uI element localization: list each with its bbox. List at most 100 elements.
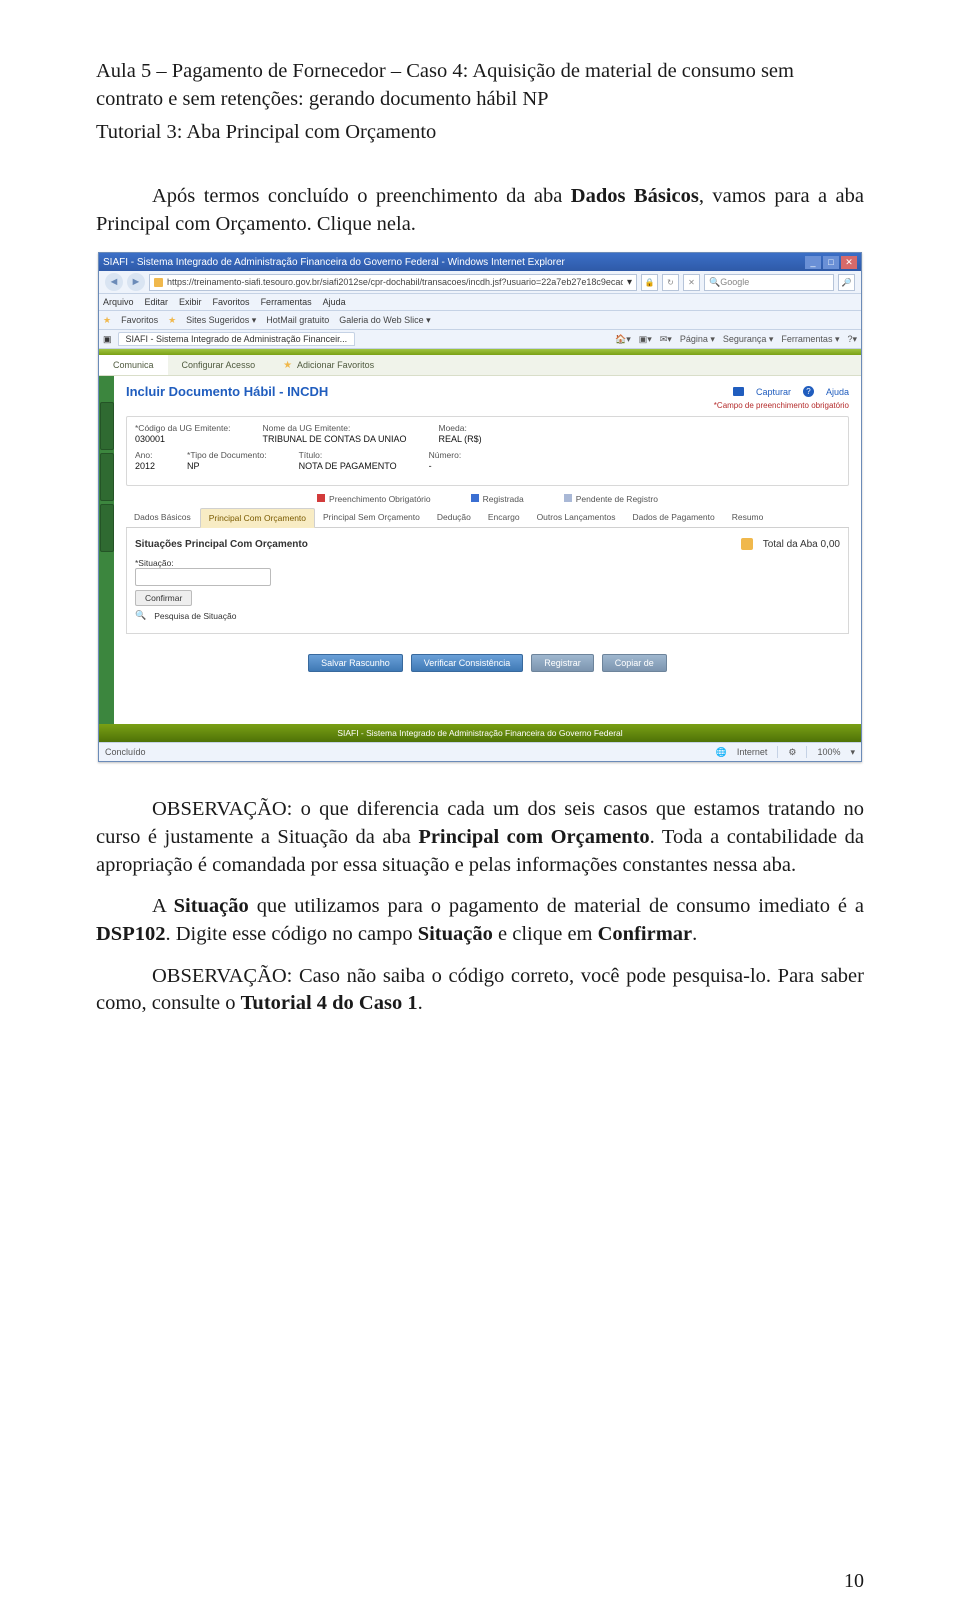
left-rail xyxy=(99,376,114,724)
stop-button[interactable]: ✕ xyxy=(683,274,700,291)
menu-editar[interactable]: Editar xyxy=(145,297,169,307)
tab-resumo[interactable]: Resumo xyxy=(724,508,773,527)
favorites-label[interactable]: Favoritos xyxy=(121,315,158,325)
ie-window: SIAFI - Sistema Integrado de Administraç… xyxy=(98,252,862,762)
titulo-label: Título: xyxy=(299,450,397,460)
required-note: *Campo de preenchimento obrigatório xyxy=(126,401,849,410)
forward-button[interactable]: ► xyxy=(127,273,145,291)
minimize-button[interactable]: _ xyxy=(805,256,821,269)
intro-b: Dados Básicos xyxy=(571,185,699,207)
rail-button-1[interactable] xyxy=(100,402,114,450)
menu-arquivo[interactable]: Arquivo xyxy=(103,297,134,307)
mail-icon[interactable]: ✉▾ xyxy=(660,334,672,345)
zoom-dropdown-icon[interactable]: ▾ xyxy=(850,747,855,758)
app-tab-configurar-acesso[interactable]: Configurar Acesso xyxy=(168,355,270,375)
menu-ferramentas[interactable]: Ferramentas xyxy=(261,297,312,307)
app-tab-adicionar-favoritos-label: Adicionar Favoritos xyxy=(297,360,374,370)
situacao-label: *Situação: xyxy=(135,558,840,568)
separator xyxy=(777,746,778,758)
fav-item-hotmail[interactable]: HotMail gratuito xyxy=(266,315,329,325)
ug-name-value: TRIBUNAL DE CONTAS DA UNIAO xyxy=(262,434,406,444)
rail-button-3[interactable] xyxy=(100,504,114,552)
security-menu[interactable]: Segurança ▾ xyxy=(723,334,774,345)
tab-dados-basicos[interactable]: Dados Básicos xyxy=(126,508,200,527)
moeda-value: REAL (R$) xyxy=(438,434,481,444)
legend-obrigatorio: Preenchimento Obrigatório xyxy=(317,494,431,504)
browser-tab[interactable]: SIAFI - Sistema Integrado de Administraç… xyxy=(118,332,356,346)
ie-menubar: Arquivo Editar Exibir Favoritos Ferramen… xyxy=(99,294,861,311)
numero-value: - xyxy=(429,461,462,471)
close-button[interactable]: ✕ xyxy=(841,256,857,269)
zone-icon: 🌐 xyxy=(716,747,727,758)
tab-dados-pagamento[interactable]: Dados de Pagamento xyxy=(624,508,723,527)
tools-menu[interactable]: Ferramentas ▾ xyxy=(781,334,839,345)
flag-light-icon xyxy=(564,494,572,502)
status-zone: Internet xyxy=(737,747,768,757)
maximize-button[interactable]: □ xyxy=(823,256,839,269)
protected-mode-icon: ⚙ xyxy=(788,747,796,758)
ajuda-link[interactable]: Ajuda xyxy=(826,387,849,397)
tab-principal-sem-orcamento[interactable]: Principal Sem Orçamento xyxy=(315,508,429,527)
refresh-button[interactable]: ↻ xyxy=(662,274,679,291)
tab-principal-com-orcamento[interactable]: Principal Com Orçamento xyxy=(200,508,315,528)
page-menu[interactable]: Página ▾ xyxy=(680,334,715,345)
help-icon[interactable]: ?▾ xyxy=(847,334,857,345)
tab-deducao[interactable]: Dedução xyxy=(429,508,480,527)
ug-name-label: Nome da UG Emitente: xyxy=(262,423,406,433)
ie-address-row: ◄ ► https://treinamento-siafi.tesouro.go… xyxy=(99,271,861,294)
verificar-consistencia-button[interactable]: Verificar Consistência xyxy=(411,654,524,672)
ssl-lock-button[interactable]: 🔒 xyxy=(641,274,658,291)
ie-status-bar: Concluído 🌐 Internet ⚙ 100% ▾ xyxy=(99,742,861,761)
fav-item-sites-sugeridos[interactable]: Sites Sugeridos ▾ xyxy=(186,315,256,326)
menu-favoritos[interactable]: Favoritos xyxy=(213,297,250,307)
tab-favicon: ▣ xyxy=(103,334,112,345)
app-body: Comunica Configurar Acesso ★ Adicionar F… xyxy=(99,349,861,742)
capturar-link[interactable]: Capturar xyxy=(756,387,791,397)
salvar-rascunho-button[interactable]: Salvar Rascunho xyxy=(308,654,403,672)
address-bar[interactable]: https://treinamento-siafi.tesouro.gov.br… xyxy=(149,274,637,291)
help-icon[interactable]: ? xyxy=(803,386,814,397)
search-go-button[interactable]: 🔎 xyxy=(838,274,855,291)
copiar-de-button[interactable]: Copiar de xyxy=(602,654,667,672)
home-icon[interactable]: 🏠▾ xyxy=(615,334,631,345)
p2-i: . xyxy=(692,923,697,945)
star-icon: ★ xyxy=(283,360,292,371)
tab-encargo[interactable]: Encargo xyxy=(480,508,529,527)
app-top-tabs: Comunica Configurar Acesso ★ Adicionar F… xyxy=(99,355,861,376)
situacao-input[interactable] xyxy=(135,568,271,586)
back-button[interactable]: ◄ xyxy=(105,273,123,291)
intro-a: Após termos concluído o preenchimento da… xyxy=(152,185,571,207)
favorites-star-icon[interactable]: ★ xyxy=(103,315,111,326)
app-tab-comunica[interactable]: Comunica xyxy=(99,355,168,375)
obs1-paragraph: OBSERVAÇÃO: o que diferencia cada um dos… xyxy=(96,796,864,879)
menu-exibir[interactable]: Exibir xyxy=(179,297,202,307)
page-number: 10 xyxy=(844,1570,864,1593)
url: https://treinamento-siafi.tesouro.gov.br… xyxy=(167,277,623,287)
flag-red-icon xyxy=(317,494,325,502)
dropdown-icon[interactable]: ▾ xyxy=(627,277,632,288)
search-box[interactable]: 🔍 Google xyxy=(704,274,834,291)
p2-b: Situação xyxy=(174,895,249,917)
search-provider-icon: 🔍 xyxy=(709,277,720,288)
feeds-icon[interactable]: ▣▾ xyxy=(639,334,652,345)
tipo-label: *Tipo de Documento: xyxy=(187,450,267,460)
p2-g: e clique em xyxy=(493,923,598,945)
app-tab-adicionar-favoritos[interactable]: ★ Adicionar Favoritos xyxy=(269,355,388,375)
obs2-b: Tutorial 4 do Caso 1 xyxy=(241,992,418,1014)
pesquisa-situacao-link[interactable]: Pesquisa de Situação xyxy=(154,611,236,621)
tipo-value: NP xyxy=(187,461,267,471)
fav-item-galeria[interactable]: Galeria do Web Slice ▾ xyxy=(339,315,430,326)
menu-ajuda[interactable]: Ajuda xyxy=(323,297,346,307)
confirmar-button[interactable]: Confirmar xyxy=(135,590,192,606)
legend-pendente: Pendente de Registro xyxy=(564,494,658,504)
help-tip-icon[interactable] xyxy=(741,538,753,550)
search-icon[interactable]: 🔍 xyxy=(135,610,146,621)
p2-d: DSP102 xyxy=(96,923,165,945)
zoom-value[interactable]: 100% xyxy=(817,747,840,757)
rail-button-2[interactable] xyxy=(100,453,114,501)
content-title: Incluir Documento Hábil - INCDH xyxy=(126,384,328,399)
page-title: Aula 5 – Pagamento de Fornecedor – Caso … xyxy=(96,58,864,113)
registrar-button[interactable]: Registrar xyxy=(531,654,594,672)
situacoes-header: Situações Principal Com Orçamento Total … xyxy=(135,534,840,554)
tab-outros-lancamentos[interactable]: Outros Lançamentos xyxy=(529,508,625,527)
